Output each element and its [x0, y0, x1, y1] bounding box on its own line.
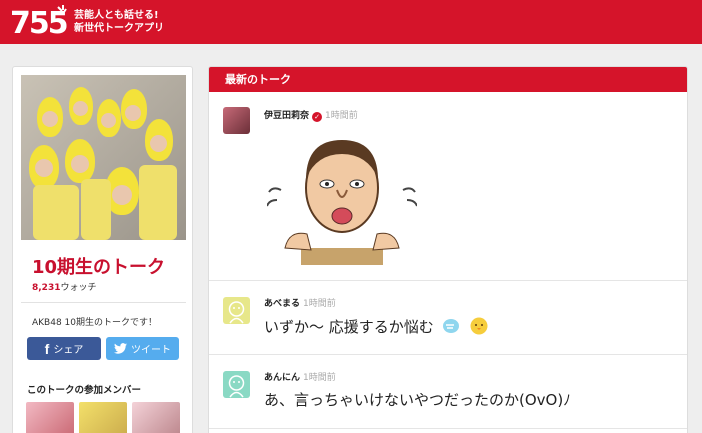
755-logo[interactable]: 755 — [10, 4, 68, 38]
post-author[interactable]: あんにん — [264, 373, 300, 383]
post-author[interactable]: 伊豆田莉奈 — [264, 111, 309, 121]
talk-title: 10期生のトーク — [32, 257, 166, 278]
tagline-line-2: 新世代トークアプリ — [74, 23, 164, 34]
talk-post: あべまる 1時間前 いずか〜 応援するか悩む — [209, 281, 687, 355]
talk-post: あんにん 1時間前 あ、言っちゃいけないやつだったのか(OvO)ﾉ — [209, 355, 687, 429]
twitter-share-button[interactable]: ツイート — [106, 337, 179, 360]
post-message: あ、言っちゃいけないやつだったのか(OvO)ﾉ — [264, 391, 571, 409]
watch-count: 8,231 — [32, 283, 61, 293]
post-meta: 伊豆田莉奈 ✓ 1時間前 — [264, 108, 358, 122]
talk-post: 伊豆田莉奈 ✓ 1時間前 — [209, 92, 687, 281]
member-thumbnail[interactable] — [79, 402, 127, 433]
members-heading: このトークの参加メンバー — [27, 385, 142, 396]
talk-description: AKB48 10期生のトークです！ — [32, 318, 157, 328]
post-message: いずか〜 応援するか悩む — [264, 315, 489, 339]
divider — [21, 302, 186, 303]
post-meta: あんにん 1時間前 — [264, 370, 336, 383]
post-author[interactable]: あべまる — [264, 299, 300, 309]
post-time: 1時間前 — [325, 111, 358, 121]
talk-info-card: 10期生のトーク 8,231ウォッチ AKB48 10期生のトークです！ f シ… — [12, 66, 193, 433]
twitter-share-label: ツイート — [131, 345, 171, 356]
verified-badge-icon: ✓ — [312, 112, 323, 122]
default-avatar-icon — [228, 375, 245, 398]
post-time: 1時間前 — [303, 299, 336, 309]
facebook-share-label: シェア — [53, 345, 84, 356]
puff-icon — [442, 317, 462, 339]
tagline-line-1: 芸能人とも話せる! — [74, 10, 159, 21]
default-avatar-icon — [228, 301, 245, 324]
latest-talk-panel: 最新のトーク 伊豆田莉奈 ✓ 1時間前 あべまる 1時間前 いずか〜 応援するか… — [208, 66, 688, 433]
facebook-share-button[interactable]: f シェア — [27, 337, 101, 360]
talk-cover-photo — [21, 75, 186, 240]
watch-count-line: 8,231ウォッチ — [32, 280, 96, 293]
post-time: 1時間前 — [303, 373, 336, 383]
latest-talk-heading: 最新のトーク — [209, 67, 687, 92]
header-tagline: 芸能人とも話せる! 新世代トークアプリ — [74, 9, 164, 35]
twitter-bird-icon — [114, 343, 127, 354]
post-meta: あべまる 1時間前 — [264, 296, 336, 309]
post-text: いずか〜 応援するか悩む — [264, 318, 434, 336]
avatar[interactable] — [223, 297, 250, 324]
watch-label: ウォッチ — [60, 283, 97, 293]
member-thumbnail[interactable] — [26, 402, 74, 433]
avatar[interactable] — [223, 107, 250, 134]
svg-text:755: 755 — [10, 6, 67, 38]
top-header: 755 芸能人とも話せる! 新世代トークアプリ — [0, 0, 702, 44]
facebook-icon: f — [44, 340, 50, 357]
avatar[interactable] — [223, 371, 250, 398]
member-thumbnail[interactable] — [132, 402, 180, 433]
chick-face-icon — [469, 315, 489, 339]
caricature-face-sticker — [267, 140, 417, 265]
